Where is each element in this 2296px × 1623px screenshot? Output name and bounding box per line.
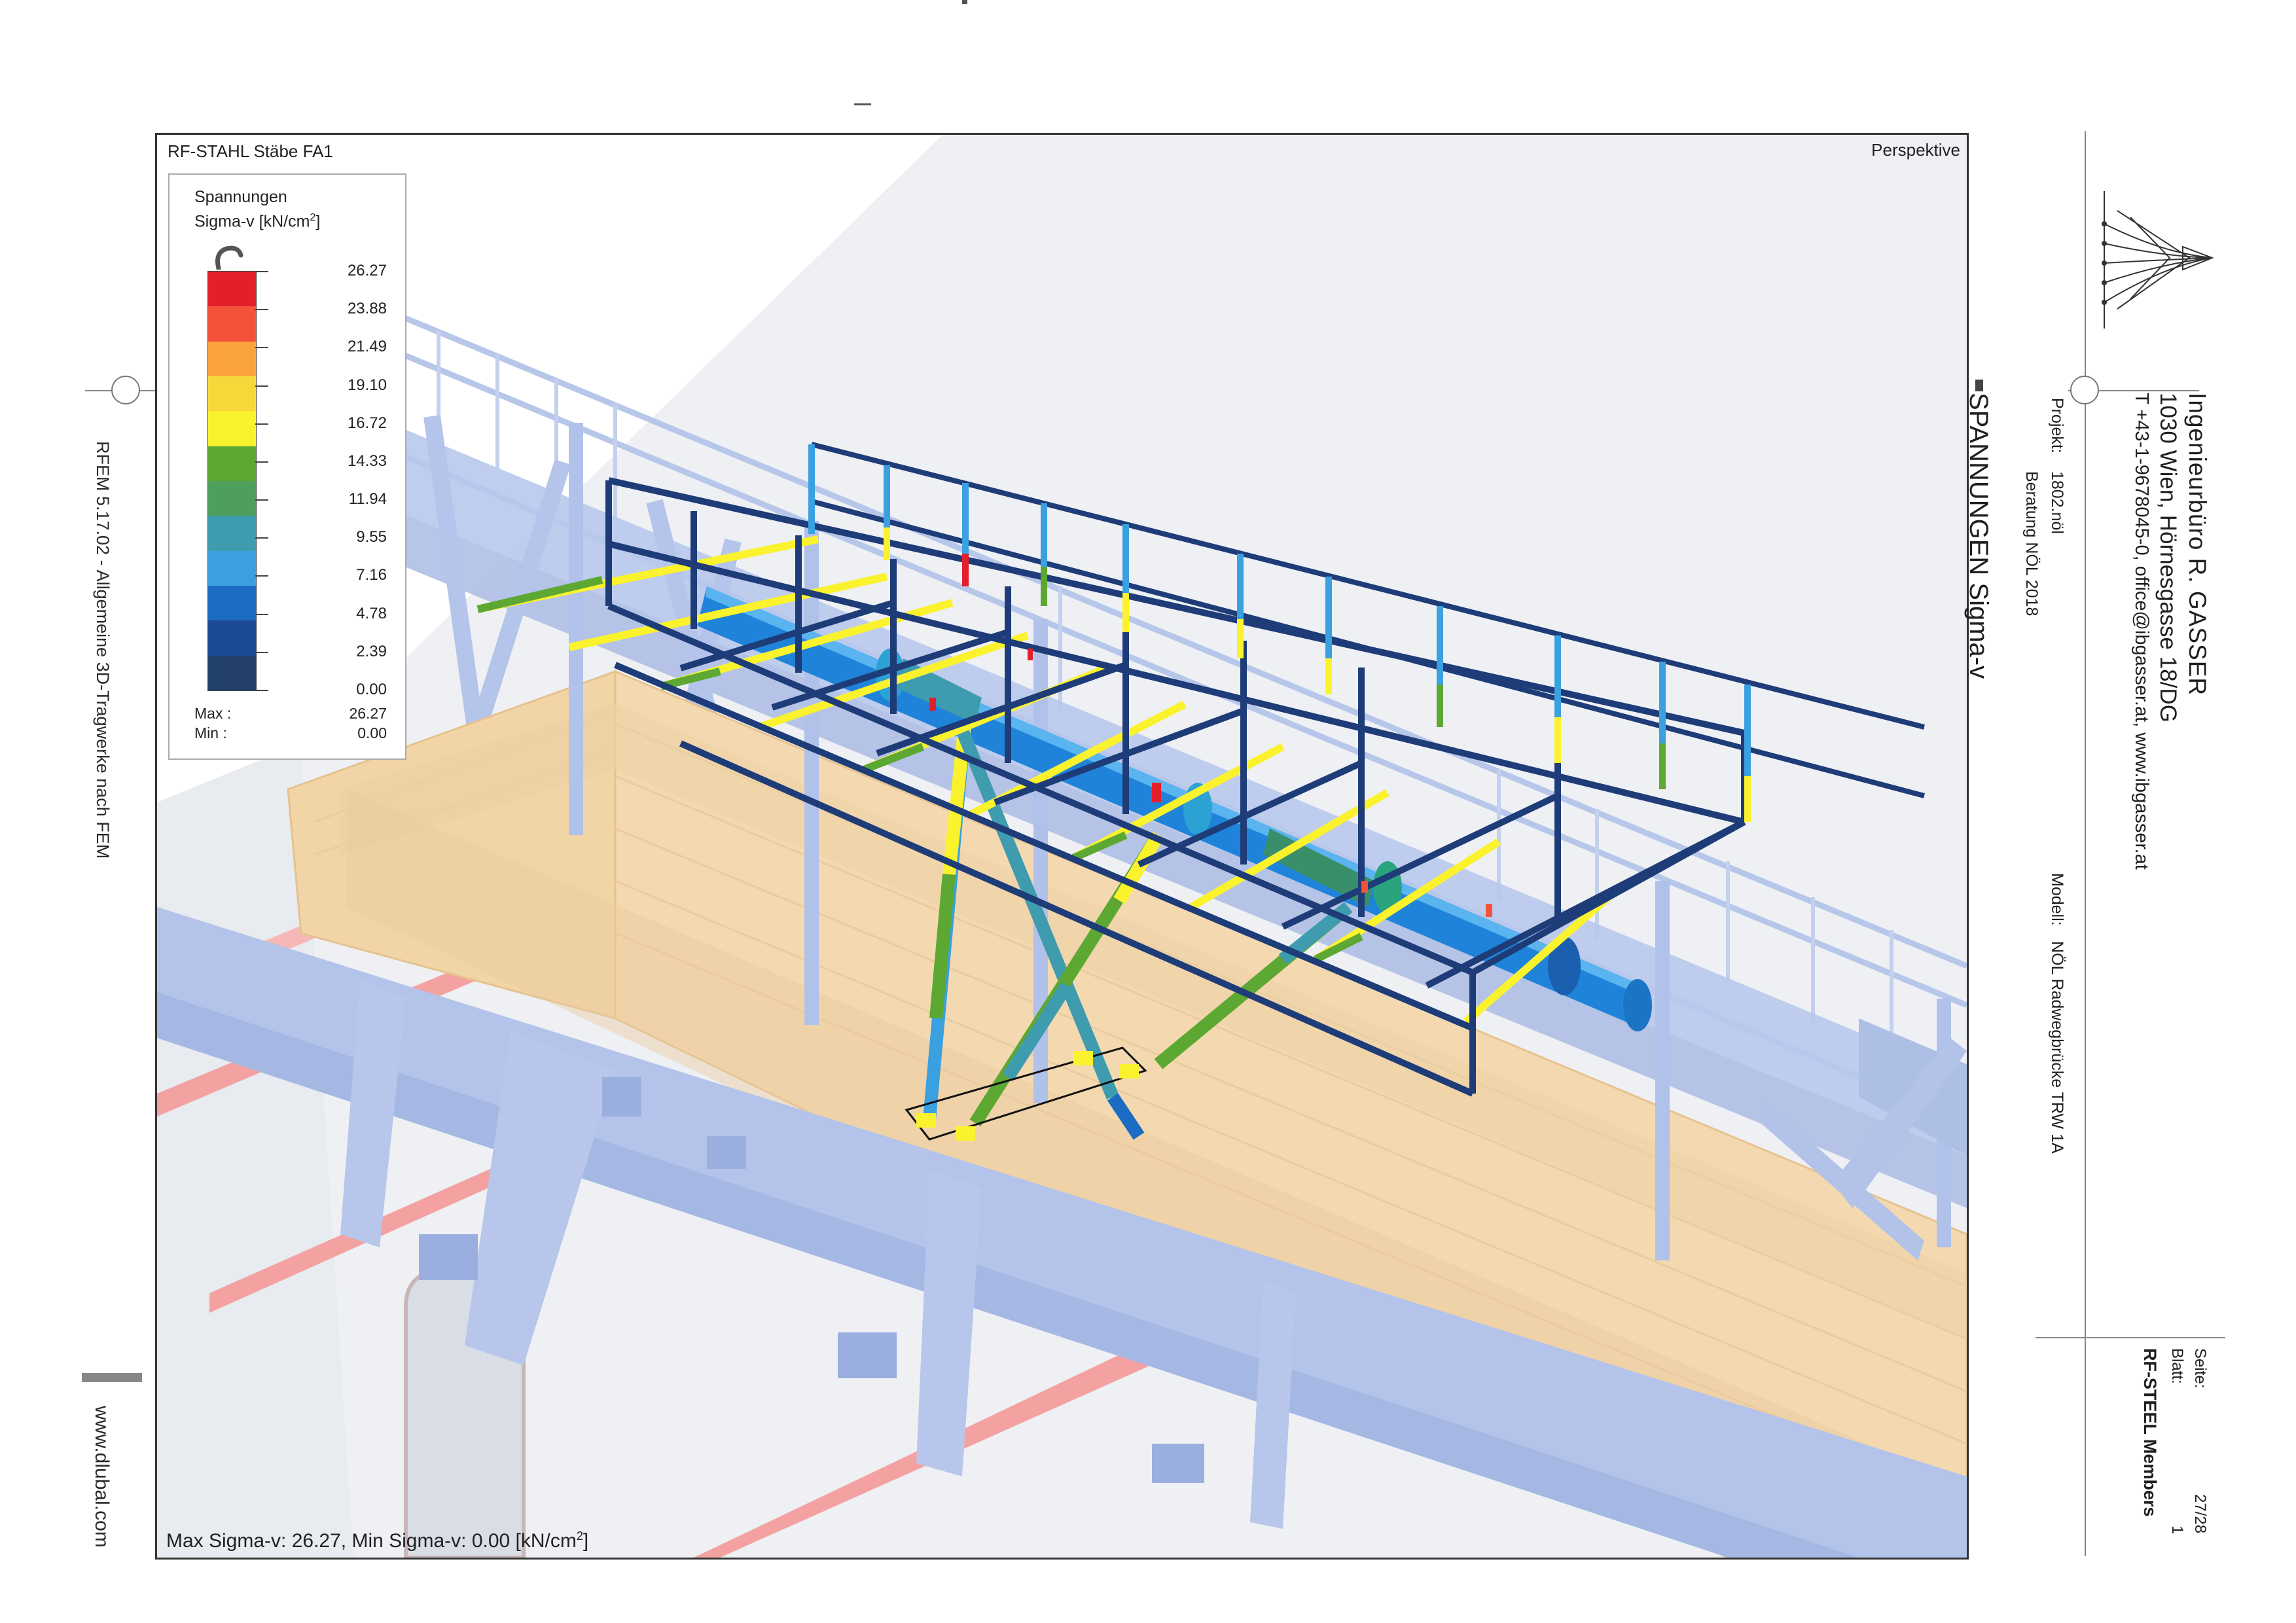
website-label: www.dlubal.com — [91, 1406, 113, 1548]
legend-title-line1: Spannungen — [194, 188, 287, 206]
legend-title: Spannungen Sigma-v [kN/cm2] — [194, 187, 320, 232]
title-block-rule — [2036, 1337, 2225, 1338]
legend-unit-sup: 2 — [310, 212, 316, 223]
color-scale-tick-label: 0.00 — [356, 681, 387, 698]
software-version: RFEM 5.17.02 - Allgemeine 3D-Tragwerke n… — [93, 441, 113, 859]
color-scale-ticks — [255, 271, 275, 691]
model-value: NÖL Radwegbrücke TRW 1A — [2048, 941, 2066, 1154]
color-scale-tick-label: 19.10 — [347, 376, 387, 394]
sheet-title: SPANNUNGEN Sigma-v — [1964, 393, 1993, 679]
legend-title-line2: Sigma-v [kN/cm2] — [194, 207, 320, 232]
min-label: Min : — [194, 724, 227, 741]
module-name: RF-STEEL Members — [2140, 1348, 2160, 1517]
color-scale-tick-label: 7.16 — [356, 566, 387, 584]
color-scale-tick-label: 4.78 — [356, 604, 387, 622]
view-mode-label: Perspektive — [1871, 140, 1960, 160]
legend-unit-prefix: Sigma-v [kN/cm — [194, 212, 310, 231]
color-scale-segment — [208, 655, 256, 690]
color-scale-tick — [255, 423, 268, 425]
color-scale-tick — [255, 537, 268, 539]
color-scale-tick-label: 11.94 — [348, 490, 387, 508]
sheet-value: 1 — [2168, 1525, 2186, 1535]
max-label: Max : — [194, 705, 232, 722]
color-scale-segment — [208, 411, 256, 446]
model-label: Modell: — [2048, 873, 2066, 926]
hook-icon — [215, 245, 243, 270]
page-value: 27/28 — [2191, 1494, 2209, 1534]
color-scale-tick-label: 21.49 — [347, 338, 387, 356]
color-scale-segment — [208, 376, 256, 412]
color-scale-tick — [255, 385, 268, 387]
color-scale-tick — [255, 499, 268, 501]
color-scale — [207, 271, 257, 691]
max-value: 26.27 — [349, 705, 387, 722]
color-scale-tick-label: 16.72 — [347, 414, 387, 432]
frame-title: RF-STAHL Stäbe FA1 — [168, 141, 333, 161]
color-scale-segment — [208, 272, 256, 307]
project-value: 1802.nöl — [2048, 471, 2066, 534]
color-scale-segment — [208, 480, 256, 516]
color-scale-tick — [255, 271, 268, 272]
color-scale-segment — [208, 306, 256, 342]
model-view[interactable]: RF-STAHL Stäbe FA1 Perspektive Spannunge… — [155, 133, 1969, 1560]
color-scale-tick-label: 2.39 — [356, 642, 387, 660]
color-scale-tick — [255, 461, 268, 463]
scan-mark — [962, 0, 967, 4]
result-summary: Max Sigma-v: 26.27, Min Sigma-v: 0.00 [k… — [166, 1529, 588, 1552]
color-scale-tick-label: 14.33 — [347, 452, 387, 470]
legend-unit-suffix: ] — [315, 212, 321, 231]
page-marker — [82, 1373, 142, 1382]
color-scale-tick — [255, 575, 268, 577]
color-scale-segment — [208, 550, 256, 586]
sheet-title-marker — [1975, 380, 1983, 391]
stress-legend: Spannungen Sigma-v [kN/cm2] Max : 26.27 … — [168, 173, 406, 760]
result-summary-sup: 2 — [576, 1529, 583, 1543]
color-scale-tick — [255, 613, 268, 615]
company-contact: T +43-1-9678045-0, office@ibgasser.at, w… — [2131, 393, 2152, 870]
company-name: Ingenieurbüro R. GASSER — [2184, 393, 2211, 696]
color-scale-tick — [255, 690, 268, 691]
color-scale-segment — [208, 585, 256, 621]
color-scale-segment — [208, 516, 256, 551]
color-scale-tick — [255, 347, 268, 349]
project-description: Beratung NÖL 2018 — [2022, 471, 2041, 616]
title-block-border — [2085, 131, 2086, 1556]
color-scale-tick-label: 26.27 — [347, 262, 387, 279]
scan-mark — [854, 103, 871, 105]
sheet-label: Blatt: — [2168, 1348, 2186, 1384]
company-logo-icon — [2102, 191, 2214, 329]
punch-hole-mark — [111, 376, 140, 404]
color-scale-segment — [208, 341, 256, 376]
color-scale-tick — [255, 309, 268, 311]
color-scale-segment — [208, 446, 256, 481]
company-address: 1030 Wien, Hörnesgasse 18/DG — [2155, 393, 2181, 722]
color-scale-segment — [208, 620, 256, 656]
project-label: Projekt: — [2048, 398, 2066, 454]
punch-hole-mark — [2070, 376, 2099, 404]
min-value: 0.00 — [357, 724, 387, 741]
structure-render[interactable] — [157, 135, 1967, 1558]
result-summary-suffix: ] — [583, 1530, 589, 1552]
page-label: Seite: — [2191, 1348, 2209, 1389]
color-scale-tick — [255, 651, 268, 653]
color-scale-tick-label: 23.88 — [347, 300, 387, 318]
color-scale-tick-label: 9.55 — [356, 528, 387, 546]
result-summary-text: Max Sigma-v: 26.27, Min Sigma-v: 0.00 [k… — [166, 1530, 577, 1552]
